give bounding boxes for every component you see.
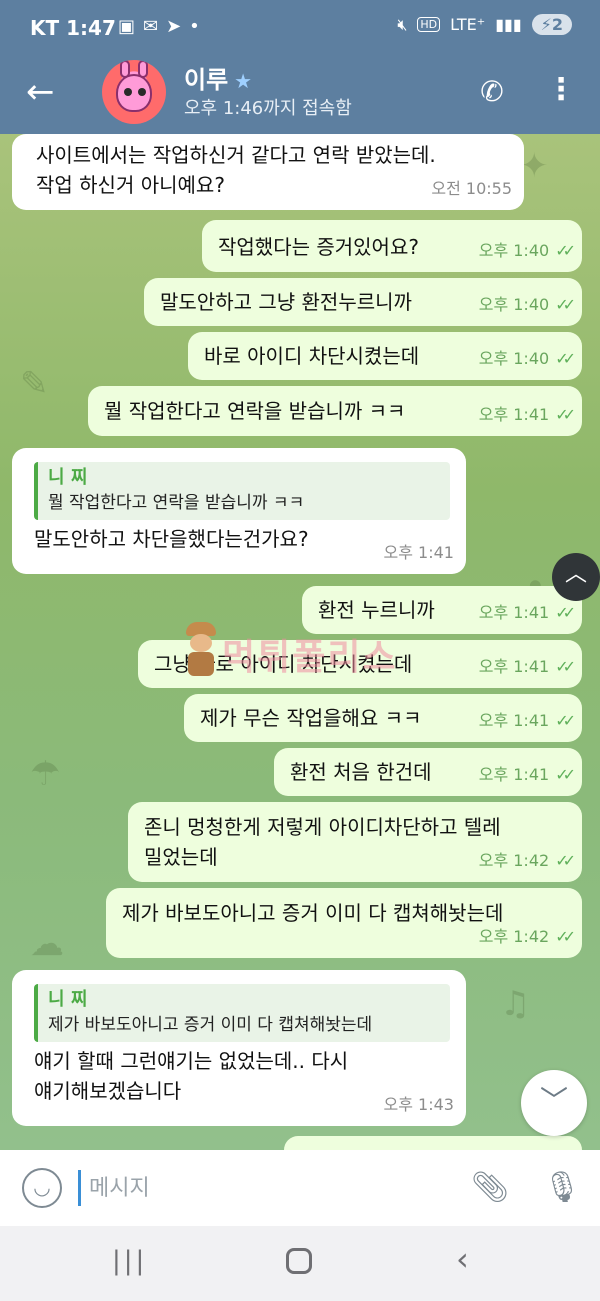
double-check-icon: ✓✓ [555, 405, 576, 424]
system-nav-bar: ||| ‹ [0, 1226, 600, 1301]
chevron-down-icon: ﹀ [539, 1084, 568, 1117]
wallpaper-doodle: ✦ [520, 146, 549, 186]
message-time: 오후 1:41 [478, 405, 550, 424]
double-check-icon: ✓✓ [555, 711, 576, 730]
double-check-icon: ✓✓ [555, 295, 576, 314]
message-time: 오후 1:40 [478, 349, 550, 368]
status-carrier: KT 1:47 [30, 16, 116, 40]
phone-icon[interactable]: ✆ [472, 72, 512, 112]
status-bar: KT 1:47 ▣✉➤• 🔇︎ HD LTE⁺ ▮▮▮ ⚡2 [0, 0, 600, 58]
double-check-icon: ✓✓ [555, 603, 576, 622]
message-meta: 오후 1:40 ✓✓ [478, 290, 576, 320]
message-time: 오후 1:41 [478, 603, 550, 622]
message-meta: 오후 1:42 ✓✓ [478, 922, 576, 952]
contact-name[interactable]: 이루 ★ [184, 60, 252, 95]
watermark-text: 먹튀폴리스 [222, 637, 398, 678]
message-meta: 오후 1:43 [384, 1090, 454, 1120]
double-check-icon: ✓✓ [555, 657, 576, 676]
message-bubble-outgoing[interactable]: 제가 무슨 작업을해요 ㅋㅋ 오후 1:41 ✓✓ [184, 694, 582, 742]
nav-back-icon[interactable]: ‹ [456, 1240, 469, 1278]
double-check-icon: ✓✓ [555, 241, 576, 260]
message-bubble-outgoing[interactable]: 뭘 작업한다고 연락을 받습니까 ㅋㅋ 오후 1:41 ✓✓ [88, 386, 582, 436]
chat-header: ← 이루 ★ 오후 1:46까지 접속함 ✆ ⋮ [0, 58, 600, 134]
message-time: 오후 1:42 [478, 851, 550, 870]
message-meta: 오후 1:42 ✓✓ [478, 846, 576, 876]
message-bubble-incoming[interactable]: 니 찌 제가 바보도아니고 증거 이미 다 캡쳐해놧는데 얘기 할때 그런얘기는… [12, 970, 466, 1126]
wallpaper-doodle: ☂ [30, 754, 61, 794]
message-meta: 오후 1:41 ✓✓ [478, 706, 576, 736]
message-bubble-outgoing-partial[interactable] [284, 1136, 582, 1150]
reply-author: 니 찌 [48, 989, 88, 1010]
message-meta: 오후 1:40 ✓✓ [478, 236, 576, 266]
chevron-up-icon: ︿ [564, 562, 587, 587]
message-bubble-outgoing[interactable]: 제가 바보도아니고 증거 이미 다 캡쳐해놧는데 오후 1:42 ✓✓ [106, 888, 582, 958]
double-check-icon: ✓✓ [555, 927, 576, 946]
hd-icon: HD [417, 17, 441, 32]
compose-bar: ◡ 📎︎ 🎙︎ [0, 1150, 600, 1226]
recents-icon[interactable]: ||| [112, 1246, 147, 1276]
message-meta: 오전 10:55 [431, 174, 512, 204]
watermark: 먹튀폴리스 [182, 622, 432, 678]
microphone-icon[interactable]: 🎙︎ [542, 1166, 582, 1210]
double-check-icon: ✓✓ [555, 765, 576, 784]
message-bubble-outgoing[interactable]: 작업했다는 증거있어요? 오후 1:40 ✓✓ [202, 220, 582, 272]
reply-quote[interactable]: 니 찌 뭘 작업한다고 연락을 받습니까 ㅋㅋ [34, 462, 450, 520]
message-bubble-incoming[interactable]: 니 찌 뭘 작업한다고 연락을 받습니까 ㅋㅋ 말도안하고 차단을했다는건가요?… [12, 448, 466, 574]
paperclip-icon[interactable]: 📎︎ [470, 1166, 510, 1210]
avatar-face [116, 74, 152, 112]
reply-text: 뭘 작업한다고 연락을 받습니까 ㅋㅋ [48, 493, 305, 513]
mute-icon: 🔇︎ [397, 14, 408, 34]
watermark-mascot [182, 622, 218, 678]
avatar[interactable] [102, 60, 166, 124]
message-meta: 오후 1:41 ✓✓ [478, 598, 576, 628]
emoji-icon[interactable]: ◡ [22, 1168, 62, 1208]
avatar-eye [138, 88, 146, 96]
message-bubble-outgoing[interactable]: 존니 멍청한게 저렇게 아이디차단하고 텔레 밀었는데 오후 1:42 ✓✓ [128, 802, 582, 882]
network-label: LTE⁺ [450, 15, 486, 34]
message-time: 오후 1:41 [478, 765, 550, 784]
avatar-eye [124, 88, 132, 96]
message-time: 오후 1:40 [478, 241, 550, 260]
message-bubble-incoming[interactable]: 사이트에서는 작업하신거 같다고 연락 받았는데. 작업 하신거 아니예요? 오… [12, 134, 524, 210]
status-right: 🔇︎ HD LTE⁺ ▮▮▮ ⚡2 [397, 14, 572, 35]
star-icon: ★ [234, 69, 253, 93]
wallpaper-doodle: ☁ [30, 924, 64, 964]
message-meta: 오후 1:40 ✓✓ [478, 344, 576, 374]
message-time: 오후 1:40 [478, 295, 550, 314]
reply-quote[interactable]: 니 찌 제가 바보도아니고 증거 이미 다 캡쳐해놧는데 [34, 984, 450, 1042]
message-meta: 오후 1:41 ✓✓ [478, 652, 576, 682]
signal-icon: ▮▮▮ [495, 15, 522, 34]
message-bubble-outgoing[interactable]: 바로 아이디 차단시켰는데 오후 1:40 ✓✓ [188, 332, 582, 380]
wallpaper-doodle: ✎ [20, 364, 49, 404]
back-arrow-icon[interactable]: ← [26, 72, 66, 112]
double-check-icon: ✓✓ [555, 349, 576, 368]
message-time: 오후 1:41 [478, 711, 550, 730]
message-bubble-outgoing[interactable]: 말도안하고 그냥 환전누르니까 오후 1:40 ✓✓ [144, 278, 582, 326]
message-time: 오후 1:43 [383, 1095, 454, 1114]
message-time: 오후 1:42 [478, 927, 550, 946]
message-time: 오전 10:55 [431, 179, 512, 198]
home-icon[interactable] [286, 1248, 312, 1274]
reply-text: 제가 바보도아니고 증거 이미 다 캡쳐해놧는데 [48, 1015, 373, 1035]
message-bubble-outgoing[interactable]: 환전 처음 한건데 오후 1:41 ✓✓ [274, 748, 582, 796]
scroll-down-button[interactable]: ﹀ [521, 1070, 587, 1136]
last-seen-status: 오후 1:46까지 접속함 [184, 98, 352, 119]
message-meta: 오후 1:41 ✓✓ [478, 760, 576, 790]
message-meta: 오후 1:41 ✓✓ [478, 400, 576, 430]
message-time: 오후 1:41 [478, 657, 550, 676]
message-meta: 오후 1:41 [384, 538, 454, 568]
wallpaper-doodle: ♫ [500, 984, 531, 1024]
status-notification-icons: ▣✉➤• [118, 16, 208, 37]
message-time: 오후 1:41 [383, 543, 454, 562]
reply-author: 니 찌 [48, 467, 88, 488]
battery-indicator: ⚡2 [531, 14, 572, 35]
scroll-up-button[interactable]: ︿ [552, 553, 600, 601]
message-input[interactable] [78, 1170, 438, 1206]
more-vert-icon[interactable]: ⋮ [546, 72, 576, 112]
double-check-icon: ✓✓ [555, 851, 576, 870]
